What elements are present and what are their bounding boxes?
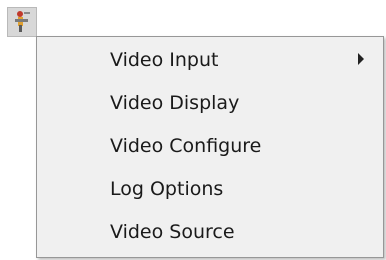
menu-item-video-input[interactable]: Video Input bbox=[40, 43, 380, 77]
submenu-arrow-icon bbox=[358, 53, 364, 65]
menu-item-label: Video Source bbox=[110, 221, 235, 243]
menu-item-video-display[interactable]: Video Display bbox=[40, 86, 380, 120]
menu-item-label: Log Options bbox=[110, 178, 224, 200]
menu-item-label: Video Display bbox=[110, 92, 240, 114]
menu-item-label: Video Input bbox=[110, 49, 219, 71]
app-tray-icon[interactable] bbox=[7, 7, 37, 37]
tool-app-icon bbox=[15, 11, 30, 32]
menu-item-log-options[interactable]: Log Options bbox=[40, 172, 380, 206]
menu-item-video-configure[interactable]: Video Configure bbox=[40, 129, 380, 163]
menu-item-video-source[interactable]: Video Source bbox=[40, 215, 380, 249]
menu-item-label: Video Configure bbox=[110, 135, 262, 157]
context-menu: Video Input Video Display Video Configur… bbox=[36, 36, 384, 258]
